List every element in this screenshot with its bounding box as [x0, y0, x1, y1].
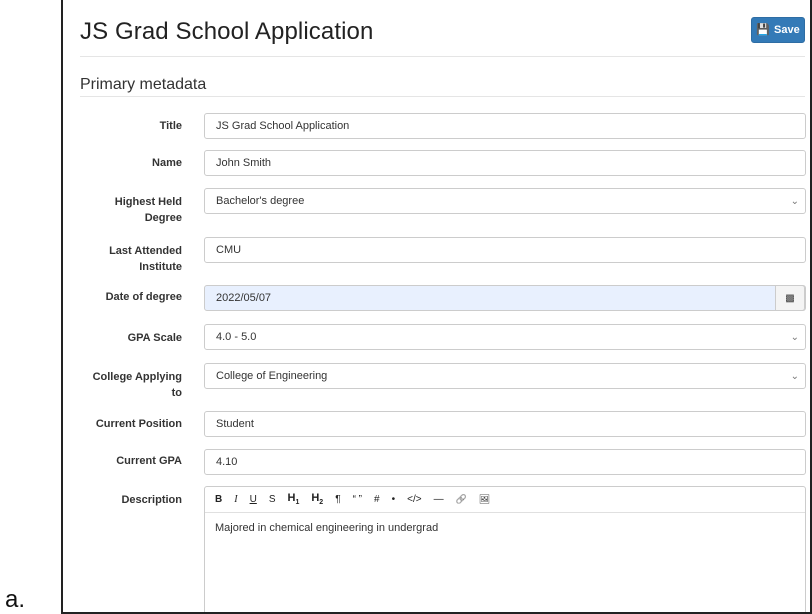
gpa-scale-select[interactable]: 4.0 - 5.0 ⌄: [204, 324, 806, 350]
heading1-button[interactable]: H1: [287, 492, 300, 507]
underline-button[interactable]: U: [250, 494, 257, 505]
position-input[interactable]: Student: [204, 411, 806, 437]
position-label: Current Position: [95, 418, 182, 430]
chevron-down-icon: ⌄: [790, 195, 799, 207]
description-label: Description: [121, 494, 182, 506]
section-divider: [80, 96, 805, 97]
institute-label-line2: Institute: [139, 261, 182, 273]
college-select-value: College of Engineering: [216, 370, 328, 382]
chevron-down-icon: ⌄: [790, 370, 799, 382]
code-button[interactable]: </>: [407, 494, 421, 505]
institute-label: Last Attended Institute: [80, 243, 182, 275]
college-label-line1: College Applying: [92, 371, 182, 383]
horizontal-rule-button[interactable]: —: [434, 494, 444, 505]
strikethrough-button[interactable]: S: [269, 494, 276, 505]
save-button[interactable]: 💾 Save: [751, 17, 805, 43]
heading2-level: 2: [319, 499, 324, 507]
title-input[interactable]: JS Grad School Application: [204, 113, 806, 139]
floppy-disk-icon: 💾: [756, 23, 770, 36]
date-input[interactable]: 2022/05/07 ▩: [204, 285, 806, 311]
gpa-label: Current GPA: [116, 455, 182, 467]
hash-button[interactable]: #: [374, 494, 380, 505]
description-editor: B I U S H1 H2 ¶ “ ” # • </> — 🔗 🖼 Majore…: [204, 486, 806, 612]
application-form-panel: JS Grad School Application 💾 Save Primar…: [61, 0, 812, 614]
link-icon[interactable]: 🔗: [456, 495, 467, 504]
save-button-label: Save: [774, 24, 800, 36]
heading1-level: 1: [295, 499, 300, 507]
name-input[interactable]: John Smith: [204, 150, 806, 176]
gpa-input[interactable]: 4.10: [204, 449, 806, 475]
gpa-scale-select-value: 4.0 - 5.0: [216, 331, 257, 343]
title-label: Title: [159, 120, 182, 132]
bullet-list-button[interactable]: •: [392, 494, 396, 505]
italic-button[interactable]: I: [234, 494, 237, 505]
college-select[interactable]: College of Engineering ⌄: [204, 363, 806, 389]
calendar-icon: ▩: [785, 292, 795, 304]
section-title: Primary metadata: [80, 76, 207, 93]
degree-label-line1: Highest Held: [114, 196, 182, 208]
name-label: Name: [152, 157, 182, 169]
degree-label-line2: Degree: [144, 212, 182, 224]
heading2-button[interactable]: H2: [311, 492, 324, 507]
page-title: JS Grad School Application: [80, 18, 374, 45]
calendar-button[interactable]: ▩: [775, 285, 805, 311]
editor-toolbar: B I U S H1 H2 ¶ “ ” # • </> — 🔗 🖼: [205, 487, 805, 513]
figure-caption: a.: [5, 586, 26, 613]
college-label-line2: to: [171, 387, 182, 399]
gpa-scale-label: GPA Scale: [127, 332, 182, 344]
paragraph-button[interactable]: ¶: [335, 494, 340, 505]
date-input-value: 2022/05/07: [216, 292, 272, 304]
form-header: JS Grad School Application 💾 Save: [63, 0, 810, 56]
college-label: College Applying to: [80, 369, 182, 401]
date-label: Date of degree: [105, 291, 182, 303]
bold-button[interactable]: B: [215, 494, 222, 505]
header-divider: [80, 56, 805, 57]
quote-button[interactable]: “ ”: [353, 494, 362, 505]
degree-select-value: Bachelor's degree: [216, 195, 305, 207]
degree-select[interactable]: Bachelor's degree ⌄: [204, 188, 806, 214]
description-text[interactable]: Majored in chemical engineering in under…: [205, 513, 805, 543]
degree-label: Highest Held Degree: [80, 194, 182, 226]
chevron-down-icon: ⌄: [790, 331, 799, 343]
image-icon[interactable]: 🖼: [479, 495, 490, 504]
institute-label-line1: Last Attended: [109, 245, 182, 257]
institute-input[interactable]: CMU: [204, 237, 806, 263]
